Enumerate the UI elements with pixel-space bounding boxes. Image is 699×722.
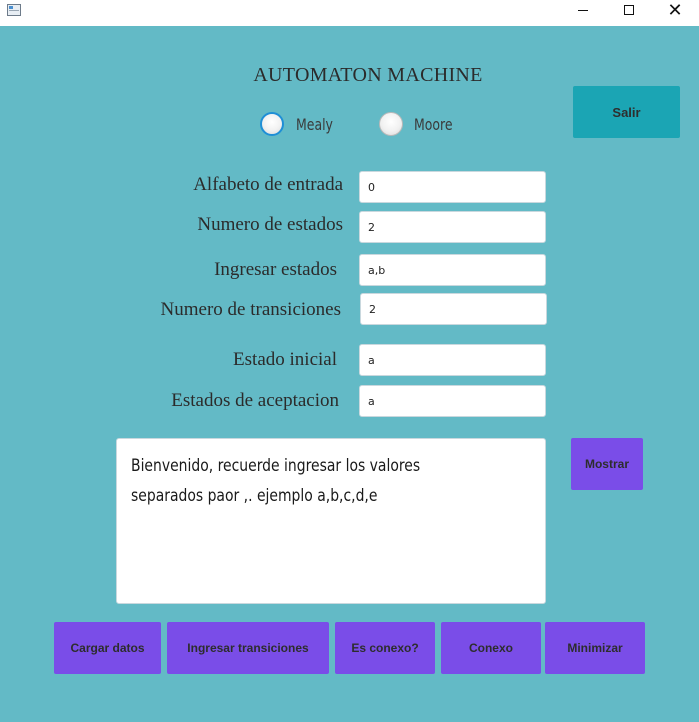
states-input[interactable] — [359, 254, 546, 286]
exit-button[interactable]: Salir — [573, 86, 680, 138]
num-transitions-label: Numero de transiciones — [160, 299, 341, 320]
num-states-label: Numero de estados — [197, 214, 343, 235]
initial-state-label: Estado inicial — [233, 349, 337, 370]
mealy-radio[interactable] — [260, 112, 284, 136]
accept-states-input[interactable] — [359, 385, 546, 417]
minimize-button[interactable] — [560, 0, 606, 26]
connected-button[interactable]: Conexo — [441, 622, 541, 674]
alphabet-input[interactable] — [359, 171, 546, 203]
show-button[interactable]: Mostrar — [571, 438, 643, 490]
mealy-radio-label: Mealy — [296, 115, 333, 134]
maximize-icon — [624, 5, 634, 15]
num-states-input[interactable] — [359, 211, 546, 243]
alphabet-label: Alfabeto de entrada — [193, 174, 343, 195]
minimize-automaton-button[interactable]: Minimizar — [545, 622, 645, 674]
close-button[interactable]: ✕ — [652, 0, 698, 26]
is-connected-button[interactable]: Es conexo? — [335, 622, 435, 674]
output-line: Bienvenido, recuerde ingresar los valore… — [131, 456, 421, 476]
moore-radio[interactable] — [379, 112, 403, 136]
enter-transitions-button[interactable]: Ingresar transiciones — [167, 622, 329, 674]
minimize-icon — [578, 10, 588, 11]
initial-state-input[interactable] — [359, 344, 546, 376]
moore-radio-label: Moore — [414, 115, 453, 134]
maximize-button[interactable] — [606, 0, 652, 26]
app-window-icon — [7, 4, 21, 16]
close-icon: ✕ — [667, 0, 683, 21]
title-bar: ✕ — [0, 0, 699, 26]
output-line: separados paor ,. ejemplo a,b,c,d,e — [131, 486, 378, 506]
page-title: AUTOMATON MACHINE — [253, 64, 483, 86]
load-data-button[interactable]: Cargar datos — [54, 622, 161, 674]
states-label: Ingresar estados — [214, 259, 337, 280]
accept-states-label: Estados de aceptacion — [171, 390, 339, 411]
output-textarea[interactable]: Bienvenido, recuerde ingresar los valore… — [116, 438, 546, 604]
num-transitions-input[interactable] — [360, 293, 547, 325]
